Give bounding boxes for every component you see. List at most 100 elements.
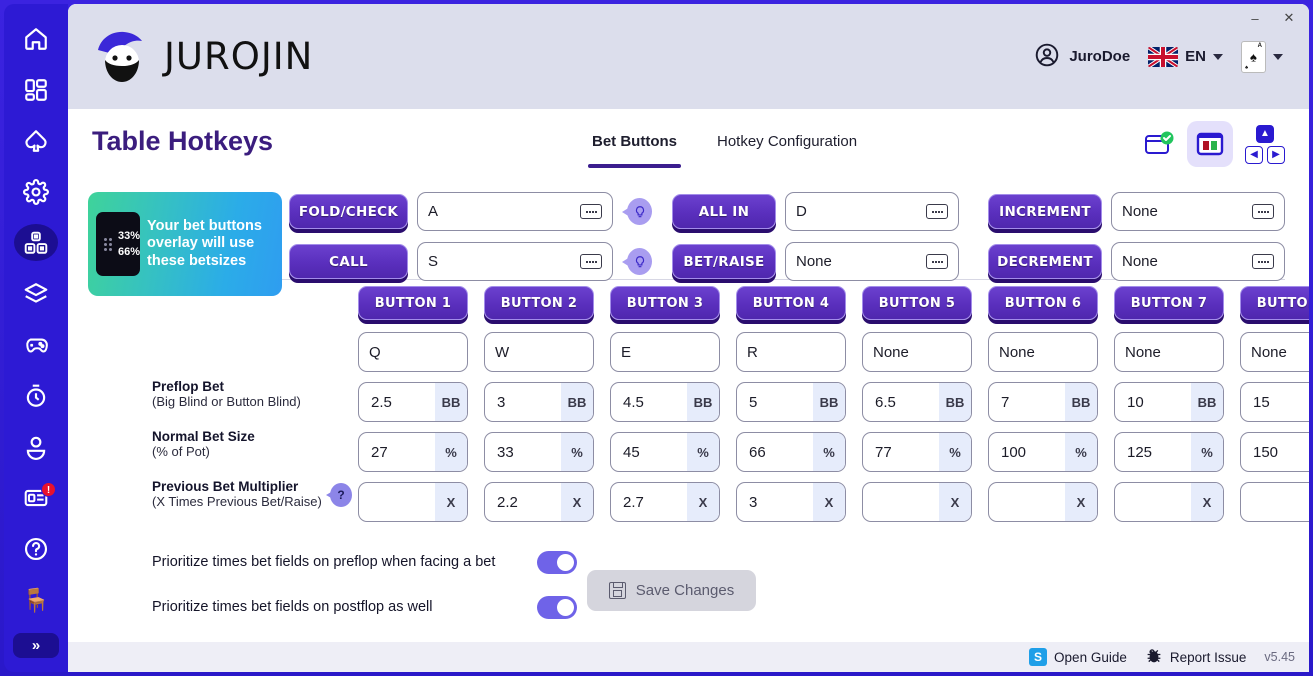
table-selector[interactable]: ♠ A ♠ (1241, 40, 1283, 73)
arrow-right-icon[interactable]: ▶ (1267, 145, 1285, 164)
button-4-key-input[interactable]: R (736, 332, 846, 372)
button-2-preflop-input[interactable]: 3 BB (484, 382, 594, 422)
button-8-normal-input[interactable]: 150% (1240, 432, 1309, 472)
button-5-preflop-input[interactable]: 6.5 BB (862, 382, 972, 422)
button-3-normal-input[interactable]: 45% (610, 432, 720, 472)
button-6-multiplier-input[interactable]: X (988, 482, 1098, 522)
row-label-normal: Normal Bet Size (% of Pot) (152, 429, 255, 459)
button-8-preflop-value: 15 (1253, 393, 1270, 411)
action-group-fold: FOLD/CHECK A (289, 192, 652, 231)
button-1-preflop-value: 2.5 (371, 393, 392, 411)
multiplier-label-title: Previous Bet Multiplier (152, 479, 299, 494)
page-title: Table Hotkeys (92, 126, 274, 156)
button-7-key-input[interactable]: None (1114, 332, 1224, 372)
button-6-preflop-input[interactable]: 7 BB (988, 382, 1098, 422)
button-8-label[interactable]: BUTTON 8 (1240, 286, 1309, 320)
window-preview-button[interactable] (1143, 130, 1175, 158)
sidebar-item-timer[interactable] (14, 377, 58, 414)
sidebar-item-rewards[interactable]: 🪑 (14, 582, 58, 619)
avatar (1034, 42, 1060, 72)
open-guide-label: Open Guide (1054, 649, 1127, 665)
button-2-key-input[interactable]: W (484, 332, 594, 372)
sidebar-item-hotkeys[interactable] (14, 224, 58, 262)
button-7-normal-input[interactable]: 125% (1114, 432, 1224, 472)
fold-check-hint-icon[interactable] (622, 198, 652, 225)
button-5-multiplier-input[interactable]: X (862, 482, 972, 522)
button-5-label[interactable]: BUTTON 5 (862, 286, 972, 320)
button-8-key-input[interactable]: None (1240, 332, 1309, 372)
button-5-key-input[interactable]: None (862, 332, 972, 372)
increment-key-input[interactable]: None (1111, 192, 1285, 231)
user-menu[interactable]: JuroDoe (1034, 42, 1130, 72)
button-7-multiplier-input[interactable]: X (1114, 482, 1224, 522)
decrement-key-input[interactable]: None (1111, 242, 1285, 281)
button-4-preflop-input[interactable]: 5 BB (736, 382, 846, 422)
save-changes-label: Save Changes (635, 582, 735, 599)
tab-hotkey-configuration[interactable]: Hotkey Configuration (713, 113, 861, 170)
timer-icon (23, 383, 49, 409)
open-guide-button[interactable]: Open Guide (1029, 648, 1127, 666)
button-5-normal-input[interactable]: 77% (862, 432, 972, 472)
col-8: BUTTON 8 (1240, 286, 1309, 320)
button-4-normal-input[interactable]: 66% (736, 432, 846, 472)
save-changes-button[interactable]: Save Changes (587, 570, 756, 611)
sidebar-item-news[interactable]: ! (14, 480, 58, 517)
all-in-key-input[interactable]: D (785, 192, 959, 231)
button-2-label[interactable]: BUTTON 2 (484, 286, 594, 320)
fold-check-button[interactable]: FOLD/CHECK (289, 194, 408, 229)
bet-raise-key-input[interactable]: None (785, 242, 959, 281)
increment-button[interactable]: INCREMENT (988, 194, 1102, 229)
button-1-preflop-input[interactable]: 2.5 BB (358, 382, 468, 422)
button-1-multiplier-input[interactable]: X (358, 482, 468, 522)
sidebar-item-layers[interactable] (14, 275, 58, 312)
button-1-label[interactable]: BUTTON 1 (358, 286, 468, 320)
button-1-normal-input[interactable]: 27% (358, 432, 468, 472)
button-4-label[interactable]: BUTTON 4 (736, 286, 846, 320)
layout-preview-button[interactable] (1187, 121, 1233, 167)
button-6-normal-input[interactable]: 100% (988, 432, 1098, 472)
sidebar-item-help[interactable] (14, 531, 58, 568)
toggle-postflop-switch[interactable] (537, 595, 577, 619)
call-button[interactable]: CALL (289, 244, 408, 279)
button-8-preflop-input[interactable]: 15BB (1240, 382, 1309, 422)
sidebar-item-home[interactable] (14, 20, 58, 57)
bet-buttons-grid: BUTTON 1 BUTTON 2 BUTTON 3 BUTTON 4 BUTT… (358, 286, 1309, 531)
button-3-label[interactable]: BUTTON 3 (610, 286, 720, 320)
button-4-multiplier-input[interactable]: 3X (736, 482, 846, 522)
button-6-label[interactable]: BUTTON 6 (988, 286, 1098, 320)
button-7-preflop-input[interactable]: 10 BB (1114, 382, 1224, 422)
toggle-preflop-switch[interactable] (537, 550, 577, 574)
sidebar-item-profile[interactable] (14, 429, 58, 466)
sidebar-item-settings[interactable] (14, 173, 58, 210)
button-1-key-input[interactable]: Q (358, 332, 468, 372)
call-hint-icon[interactable] (622, 248, 652, 275)
multiplier-help-icon[interactable]: ? (326, 483, 352, 507)
decrement-button[interactable]: DECREMENT (988, 244, 1102, 279)
button-2-multiplier-input[interactable]: 2.2 X (484, 482, 594, 522)
minimize-button[interactable]: – (1239, 4, 1271, 32)
arrow-left-icon[interactable]: ◀ (1245, 145, 1263, 164)
button-6-key-input[interactable]: None (988, 332, 1098, 372)
suffix-percent: % (939, 433, 971, 471)
sidebar-expand-button[interactable]: » (13, 632, 59, 659)
sidebar-item-gamepad[interactable] (14, 326, 58, 363)
row-label-multiplier: Previous Bet Multiplier (X Times Previou… (152, 479, 352, 509)
tab-bet-buttons[interactable]: Bet Buttons (588, 113, 681, 170)
button-7-label[interactable]: BUTTON 7 (1114, 286, 1224, 320)
button-3-preflop-input[interactable]: 4.5 BB (610, 382, 720, 422)
sidebar-item-dashboard[interactable] (14, 71, 58, 108)
arrow-up-icon[interactable]: ▲ (1256, 124, 1274, 143)
button-3-key-input[interactable]: E (610, 332, 720, 372)
grid-icon (23, 77, 49, 103)
all-in-button[interactable]: ALL IN (672, 194, 776, 229)
fold-check-key-input[interactable]: A (417, 192, 613, 231)
button-3-multiplier-input[interactable]: 2.7 X (610, 482, 720, 522)
close-button[interactable]: ✕ (1273, 4, 1305, 32)
call-key-input[interactable]: S (417, 242, 613, 281)
language-selector[interactable]: EN (1148, 46, 1223, 67)
button-2-normal-input[interactable]: 33% (484, 432, 594, 472)
bet-raise-button[interactable]: BET/RAISE (672, 244, 776, 279)
button-8-multiplier-input[interactable]: X (1240, 482, 1309, 522)
report-issue-button[interactable]: Report Issue (1145, 647, 1246, 668)
sidebar-item-poker[interactable] (14, 122, 58, 159)
